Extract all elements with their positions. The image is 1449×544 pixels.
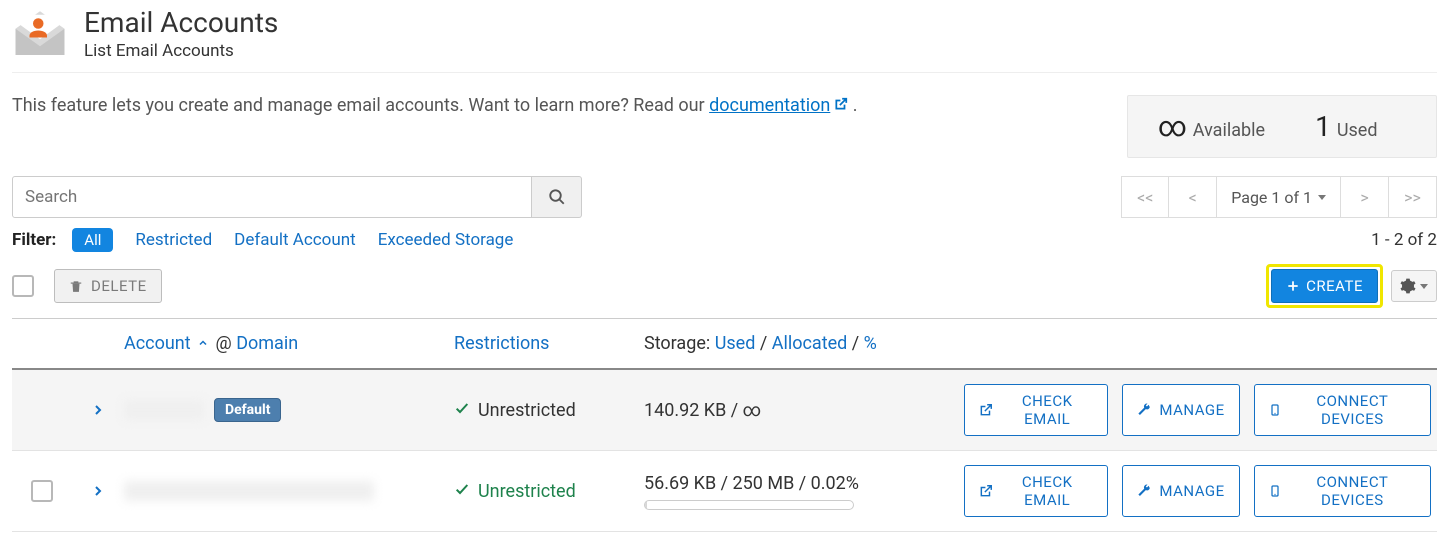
pager-next-button[interactable]: > [1341,176,1389,218]
documentation-link[interactable]: documentation [709,95,848,116]
search-icon [548,188,566,206]
filter-label: Filter: [12,230,56,250]
description-prefix: This feature lets you create and manage … [12,95,709,116]
default-badge: Default [214,398,281,422]
create-button[interactable]: CREATE [1271,269,1378,303]
create-highlight: CREATE [1266,264,1383,308]
sort-allocated[interactable]: Allocated [772,333,848,354]
pager-prev-button[interactable]: < [1169,176,1217,218]
trash-icon [69,279,83,293]
expand-row-button[interactable] [72,483,124,499]
account-name-redacted [124,481,374,501]
storage-progress-bar [644,500,854,510]
storage-usage: 140.92 KB / ∞ [644,400,964,421]
connect-devices-button[interactable]: CONNECT DEVICES [1254,465,1431,517]
at-separator: @ [216,333,232,354]
filter-exceeded-storage[interactable]: Exceeded Storage [378,230,514,250]
pager-last-button[interactable]: >> [1389,176,1437,218]
column-header-restrictions[interactable]: Restrictions [454,333,644,354]
storage-usage: 56.69 KB / 250 MB / 0.02% [644,473,964,510]
pager-first-button[interactable]: << [1121,176,1169,218]
page-subtitle: List Email Accounts [84,41,278,61]
open-icon [979,484,993,498]
account-name-redacted [124,400,204,420]
mobile-icon [1269,403,1281,417]
wrench-icon [1137,403,1151,417]
wrench-icon [1137,484,1151,498]
restriction-link[interactable]: Unrestricted [454,481,644,502]
stat-available-value: ∞ [1158,110,1187,143]
check-icon [454,481,470,502]
column-header-account[interactable]: Account @ Domain [124,333,454,354]
connect-devices-button[interactable]: CONNECT DEVICES [1254,384,1431,436]
table-row: Default Unrestricted 140.92 KB / ∞ CHECK… [12,370,1437,451]
restriction-status: Unrestricted [454,400,644,421]
stats-box: ∞ Available 1 Used [1127,95,1437,158]
pager-page-dropdown[interactable]: Page 1 of 1 [1217,176,1341,218]
feature-description: This feature lets you create and manage … [12,95,858,116]
expand-row-button[interactable] [72,402,124,418]
column-header-storage: Storage: Used / Allocated / % [644,333,964,354]
settings-button[interactable] [1391,270,1437,302]
manage-button[interactable]: MANAGE [1122,384,1239,436]
sort-percent[interactable]: % [864,333,877,354]
check-email-button[interactable]: CHECK EMAIL [964,384,1108,436]
sort-asc-icon [197,333,209,354]
page-title: Email Accounts [84,6,278,39]
caret-down-icon [1420,284,1428,289]
gear-icon [1400,278,1416,294]
filter-restricted[interactable]: Restricted [135,230,212,250]
search-input[interactable] [12,176,532,218]
plus-icon [1286,279,1300,293]
check-email-button[interactable]: CHECK EMAIL [964,465,1108,517]
email-accounts-icon [12,6,68,62]
caret-down-icon [1318,195,1326,200]
delete-button[interactable]: DELETE [54,269,162,303]
mobile-icon [1269,484,1281,498]
pagination: << < Page 1 of 1 > >> [1121,176,1437,218]
open-icon [979,403,993,417]
table-row: Unrestricted 56.69 KB / 250 MB / 0.02% C… [12,451,1437,532]
result-range: 1 - 2 of 2 [1371,230,1437,250]
description-suffix: . [848,95,857,116]
sort-used[interactable]: Used [715,333,756,354]
filter-default-account[interactable]: Default Account [234,230,356,250]
check-icon [454,400,470,421]
search-button[interactable] [532,176,582,218]
select-all-checkbox[interactable] [12,275,34,297]
stat-available-label: Available [1193,120,1265,141]
manage-button[interactable]: MANAGE [1122,465,1239,517]
external-link-icon [834,95,848,116]
stat-used-value: 1 [1315,110,1331,143]
row-checkbox[interactable] [31,480,53,502]
filter-all[interactable]: All [72,228,113,252]
stat-used-label: Used [1337,120,1378,141]
